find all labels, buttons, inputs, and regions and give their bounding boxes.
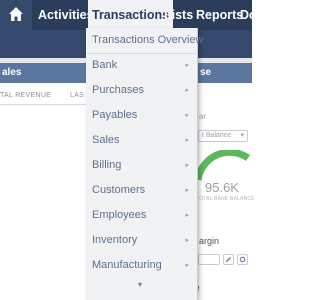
nav-activities[interactable]: Activities [38, 0, 94, 30]
chevron-right-icon: ▸ [185, 262, 189, 269]
home-icon [9, 7, 23, 21]
top-nav-bar: Activities Transactions Lists Reports Do [0, 0, 257, 30]
menu-item-employees[interactable]: Employees ▸ [86, 203, 198, 228]
nav-transactions[interactable]: Transactions [88, 0, 174, 30]
menu-item-label: Employees [92, 209, 147, 221]
balance-select[interactable]: t Balance ▾ [198, 130, 248, 142]
chevron-right-icon: ▸ [185, 237, 189, 244]
home-button[interactable] [0, 0, 32, 30]
bank-portlet-header: se [198, 63, 252, 83]
gauge-value: 95.6K [205, 180, 239, 195]
menu-item-label: Manufacturing [92, 259, 162, 271]
menu-item-label: Bank [92, 59, 118, 71]
chevron-right-icon: ▸ [185, 137, 189, 144]
menu-item-sales[interactable]: Sales ▸ [86, 128, 198, 153]
chevron-right-icon: ▸ [185, 187, 189, 194]
menu-item-transactions-overview[interactable]: Transactions Overview [86, 28, 203, 53]
menu-item-bank[interactable]: Bank ▸ [86, 53, 198, 78]
chevron-right-icon: ▸ [185, 212, 189, 219]
filter-select[interactable] [198, 254, 220, 265]
margin-label: argin [199, 236, 220, 246]
menu-item-billing[interactable]: Billing ▸ [86, 153, 198, 178]
menu-item-label: Inventory [92, 234, 138, 246]
menu-item-label: Purchases [92, 84, 144, 96]
balance-select-label: t Balance [202, 132, 232, 139]
menu-item-label: Customers [92, 184, 146, 196]
last-column-header: LAS [70, 92, 85, 99]
chevron-right-icon: ▸ [185, 62, 189, 69]
menu-item-manufacturing[interactable]: Manufacturing ▸ [86, 253, 198, 278]
edit-button[interactable] [223, 254, 234, 265]
transactions-menu: Transactions Overview Bank ▸ Purchases ▸… [86, 28, 203, 300]
scroll-down-icon[interactable]: ▾ [138, 280, 142, 289]
gauge-caption: TOTAL BANK BALANCE [196, 196, 255, 202]
chevron-down-icon: ▾ [240, 132, 244, 139]
menu-item-label: Billing [92, 159, 122, 171]
menu-item-label: Payables [92, 109, 138, 121]
nav-reports[interactable]: Reports [196, 0, 243, 30]
chevron-right-icon: ▸ [185, 112, 189, 119]
menu-item-purchases[interactable]: Purchases ▸ [86, 78, 198, 103]
total-revenue-column-header: TAL REVENUE [0, 92, 52, 99]
menu-item-label: Transactions Overview [92, 34, 204, 46]
menu-item-customers[interactable]: Customers ▸ [86, 178, 198, 203]
chevron-right-icon: ▸ [185, 162, 189, 169]
menu-item-inventory[interactable]: Inventory ▸ [86, 228, 198, 253]
period-label: ar [199, 112, 207, 121]
menu-item-label: Sales [92, 134, 120, 146]
settings-button[interactable] [237, 254, 248, 265]
nav-documents[interactable]: Do [240, 0, 257, 30]
menu-item-payables[interactable]: Payables ▸ [86, 103, 198, 128]
gear-icon [239, 256, 246, 263]
chevron-right-icon: ▸ [185, 87, 189, 94]
pencil-icon [226, 257, 231, 262]
nav-lists[interactable]: Lists [164, 0, 193, 30]
